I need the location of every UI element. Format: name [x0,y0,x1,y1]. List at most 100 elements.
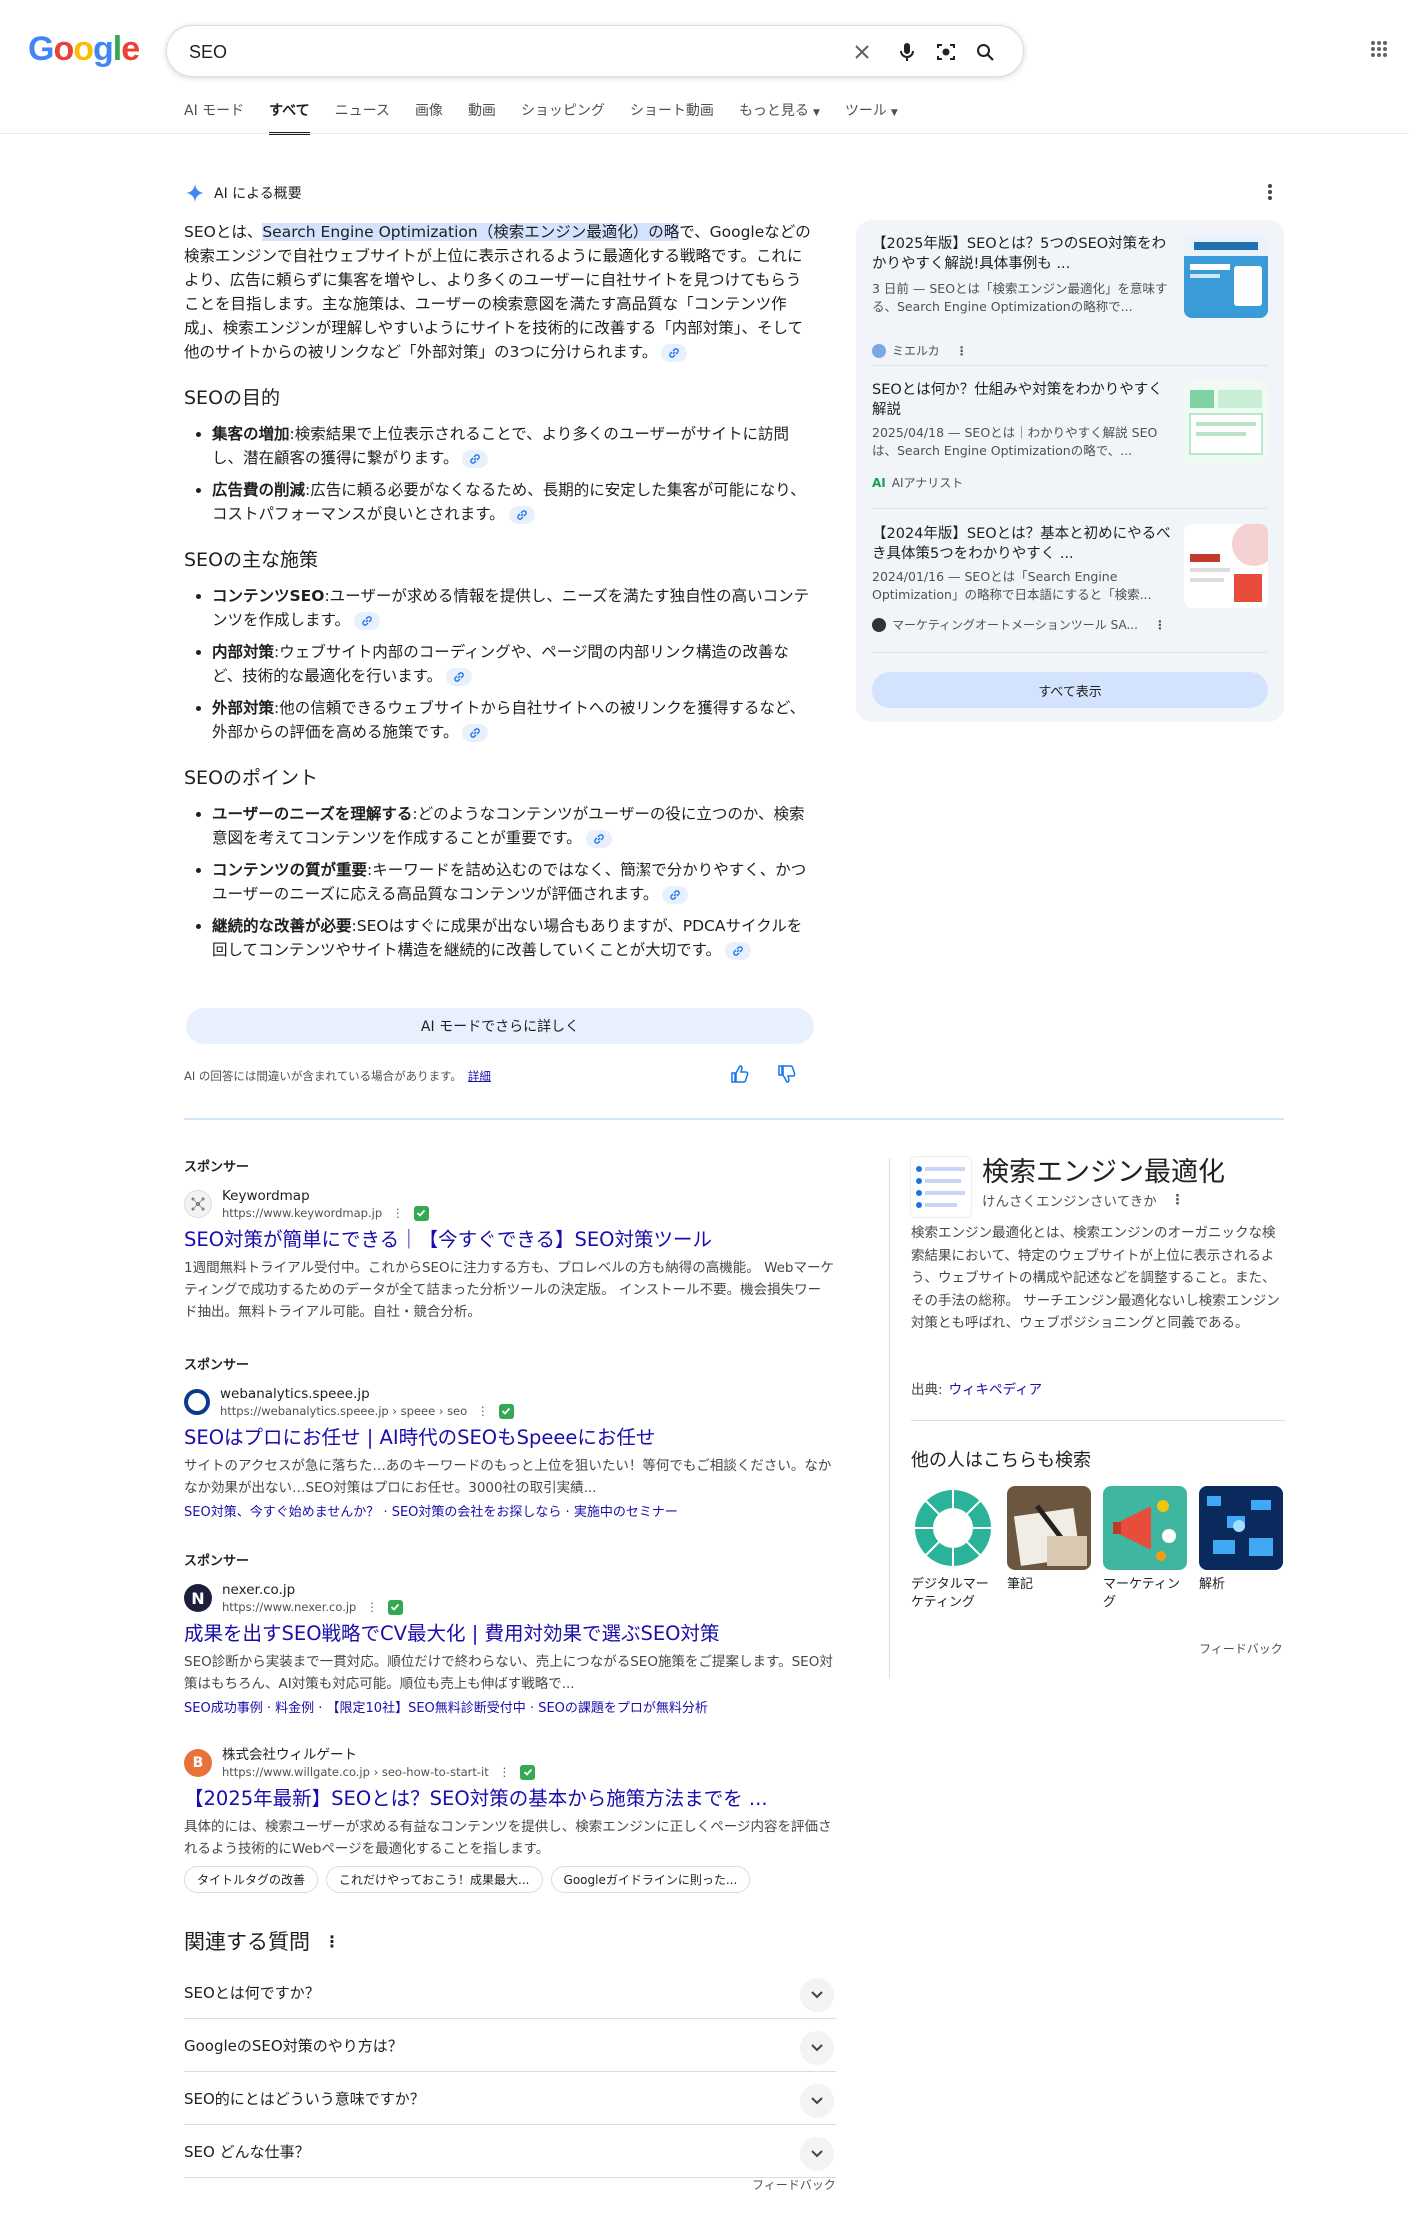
site-name: webanalytics.speee.jp [220,1386,370,1402]
knowledge-panel-image[interactable] [910,1156,972,1218]
gemini-sparkle-icon [185,183,205,203]
link-icon[interactable] [585,829,612,848]
clear-icon[interactable] [849,39,875,65]
url-text: https://www.willgate.co.jp › seo-how-to-… [222,1765,489,1779]
more-options-icon[interactable] [1268,184,1278,204]
sitelink[interactable]: SEO対策、今すぐ始めませんか？ [184,1505,379,1520]
apps-grid-icon[interactable] [1370,40,1392,62]
people-also-search-item[interactable]: デジタルマーケティング [911,1486,995,1612]
tab-ai-mode[interactable]: AI モード [184,100,244,135]
result-source[interactable]: webanalytics.speee.jp https://webanalyti… [184,1385,834,1419]
source-snippet: 2025/04/18 — SEOとは｜わかりやすく解説 SEOは、Search … [872,425,1158,458]
tab-label: 動画 [467,103,496,119]
site-name: マーケティングオートメーションツール SA... [892,618,1138,632]
paa-question[interactable]: SEOとは何ですか？ [184,1966,836,2019]
link-icon[interactable] [353,611,380,630]
disclaimer-details-link[interactable]: 詳細 [468,1069,491,1083]
more-options-icon[interactable]: ⋮ [956,344,968,358]
result-title-link[interactable]: SEOはプロにお任せ | AI時代のSEOもSpeeeにお任せ [184,1425,834,1451]
paa-question[interactable]: SEO的にとはどういう意味ですか？ [184,2072,836,2125]
link-icon[interactable] [462,723,489,742]
people-also-search-item[interactable]: 解析 [1199,1486,1283,1594]
ai-mode-more-button[interactable]: AI モードでさらに詳しく [186,1008,814,1044]
sitelink[interactable]: 実施中のセミナー [574,1505,678,1520]
people-also-ask-header: 関連する質問 ⋮ [184,1926,340,1956]
tab-shopping[interactable]: ショッピング [521,100,605,135]
source-thumbnail [1184,380,1268,464]
url-text: https://www.nexer.co.jp [222,1600,357,1614]
source-title[interactable]: 【2025年版】SEOとは？5つのSEO対策をわかりやすく解説!具体事例も ..… [872,234,1172,274]
site-name: AIアナリスト [891,476,964,490]
chip[interactable]: Googleガイドラインに則った... [550,1866,751,1893]
link-icon[interactable] [662,885,689,904]
result-title-link[interactable]: 【2025年最新】SEOとは？SEO対策の基本から施策方法までを ... [184,1786,834,1812]
more-options-icon[interactable]: ⋮ [324,1932,340,1951]
tab-more[interactable]: もっと見る ▼ [739,100,820,135]
result-title-link[interactable]: 成果を出すSEO戦略でCV最大化 | 費用対効果で選ぶSEO対策 [184,1621,834,1647]
source-title[interactable]: SEOとは何か？仕組みや対策をわかりやすく解説 [872,380,1172,420]
paa-question[interactable]: SEO どんな仕事？ [184,2125,836,2178]
chip[interactable]: タイトルタグの改善 [184,1866,319,1893]
more-options-icon[interactable]: ⋮ [366,1599,378,1615]
show-all-button[interactable]: すべて表示 [872,672,1268,708]
more-options-icon[interactable]: ⋮ [477,1403,489,1419]
item-term: ユーザーのニーズを理解する [212,805,413,823]
link-icon[interactable] [661,343,688,362]
paa-feedback-link[interactable]: フィードバック [752,2176,836,2193]
more-options-icon[interactable]: ⋮ [392,1205,404,1221]
site-name: Keywordmap [222,1188,310,1204]
search-input[interactable] [189,39,829,65]
microphone-icon[interactable] [894,39,920,65]
link-icon[interactable] [446,667,473,686]
google-logo[interactable]: Google [28,30,140,69]
chevron-down-icon [800,2084,834,2118]
item-term: 内部対策 [212,643,275,661]
more-options-icon[interactable]: ⋮ [1171,1192,1185,1208]
tab-tools[interactable]: ツール ▼ [845,100,898,135]
chip[interactable]: これだけやっておこう！成果最大... [326,1866,543,1893]
result-source[interactable]: N nexer.co.jp https://www.nexer.co.jp ⋮ [184,1581,834,1615]
thumbs-up-icon[interactable] [730,1064,754,1088]
paa-question[interactable]: GoogleのSEO対策のやり方は？ [184,2019,836,2072]
sitelink[interactable]: SEOの課題をプロが無料分析 [538,1701,708,1716]
bullet-list: コンテンツSEO:ユーザーが求める情報を提供し、ニーズを満たす独自性の高いコンテ… [212,584,816,744]
search-icon[interactable] [972,39,998,65]
source-thumbnail [1184,234,1268,318]
intro-text: で、Googleなどの検索エンジンで自社ウェブサイトが上位に表示されるように最適… [184,223,811,361]
more-options-icon[interactable]: ⋮ [1154,618,1166,632]
list-item: 継続的な改善が必要:SEOはすぐに成果が出ない場合もありますが、PDCAサイクル… [212,914,816,962]
result-source[interactable]: B 株式会社ウィルゲート https://www.willgate.co.jp … [184,1746,834,1780]
site-favicon-icon [872,343,886,358]
sitelink[interactable]: 【限定10社】SEO無料診断受付中 [327,1701,526,1716]
section-heading: SEOの主な施策 [184,549,319,571]
link-icon[interactable] [462,449,489,468]
thumbs-down-icon[interactable] [777,1064,801,1088]
result-title-link[interactable]: SEO対策が簡単にできる｜【今すぐできる】SEO対策ツール [184,1227,834,1253]
people-also-search-item[interactable]: マーケティング [1103,1486,1187,1612]
list-item: 集客の増加:検索結果で上位表示されることで、より多くのユーザーがサイトに訪問し、… [212,422,816,470]
sitelink[interactable]: SEO対策の会社をお探しなら [392,1505,562,1520]
tab-all[interactable]: すべて [269,100,310,135]
sitelink[interactable]: 料金例 [275,1701,314,1716]
source-title[interactable]: 【2024年版】SEOとは？基本と初めにやるべき具体策5つをわかりやすく ... [872,524,1172,564]
result-source[interactable]: Keywordmap https://www.keywordmap.jp ⋮ [184,1187,834,1221]
item-term: 継続的な改善が必要 [212,917,352,935]
link-icon[interactable] [725,941,752,960]
result-url: https://www.nexer.co.jp ⋮ [222,1599,403,1615]
verified-check-icon [520,1764,536,1780]
sitelink[interactable]: SEO成功事例 [184,1701,263,1716]
tab-videos[interactable]: 動画 [468,100,496,135]
speee-favicon-icon [184,1389,210,1415]
result-description: 具体的には、検索ユーザーが求める有益なコンテンツを提供し、検索エンジンに正しくペ… [184,1819,832,1857]
tab-short-videos[interactable]: ショート動画 [630,100,714,135]
knowledge-panel-feedback-link[interactable]: フィードバック [1199,1640,1283,1657]
people-also-search-item[interactable]: 筆記 [1007,1486,1091,1594]
tab-images[interactable]: 画像 [415,100,443,135]
link-icon[interactable] [508,505,535,524]
more-options-icon[interactable]: ⋮ [499,1764,511,1780]
wikipedia-link[interactable]: ウィキペディア [949,1382,1043,1398]
camera-lens-icon[interactable] [933,39,959,65]
source-snippet: 2024/01/16 — SEOとは「Search Engine Optimiz… [872,569,1152,602]
tab-news[interactable]: ニュース [335,100,390,135]
related-chips: タイトルタグの改善 これだけやっておこう！成果最大... Googleガイドライ… [184,1866,834,1893]
